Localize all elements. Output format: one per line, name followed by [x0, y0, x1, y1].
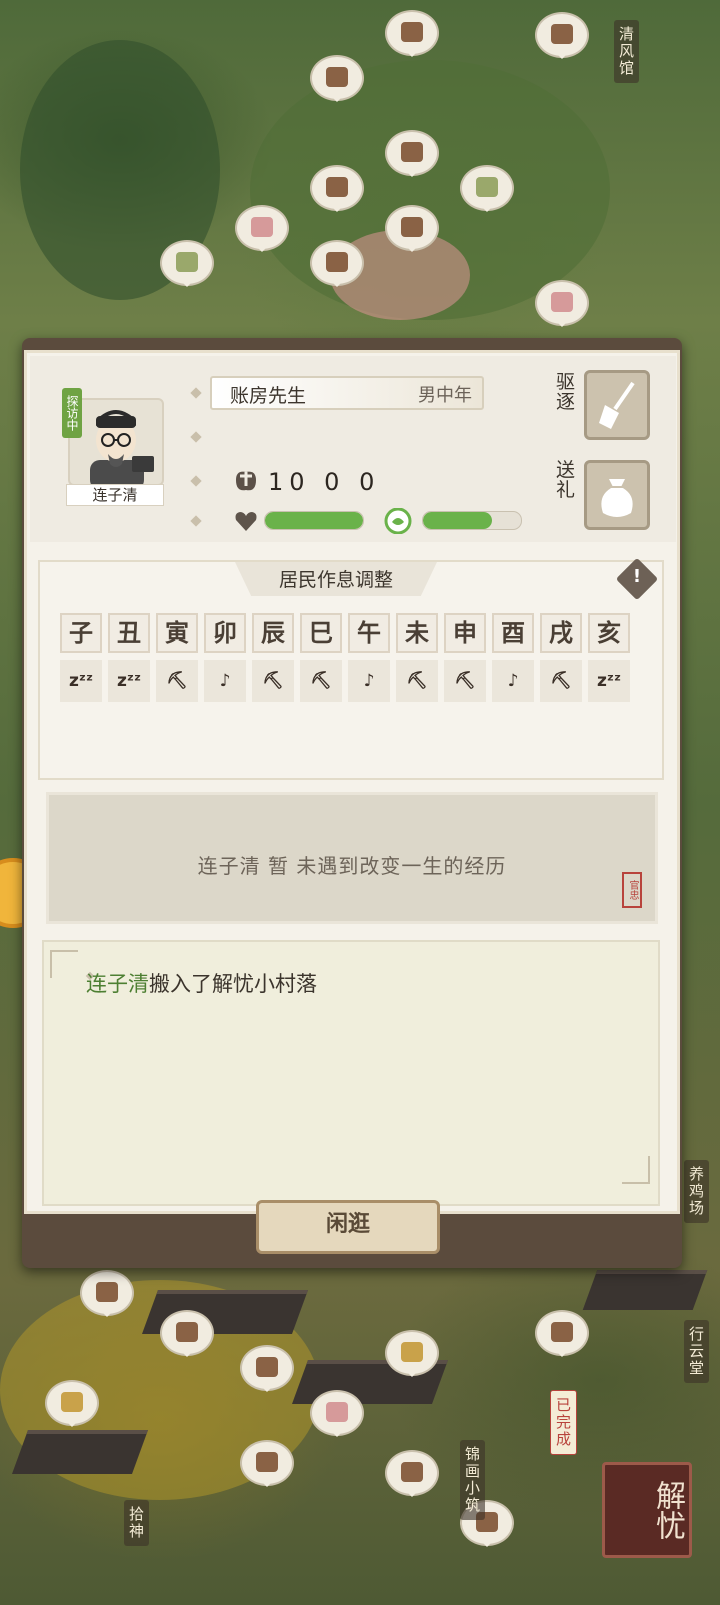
resource-bubble[interactable]	[385, 130, 439, 177]
hour-cell: 亥	[588, 613, 630, 653]
schedule-title: 居民作息调整	[278, 569, 393, 591]
hour-cell: 午	[348, 613, 390, 653]
resource-bubble[interactable]	[385, 205, 439, 252]
money-icon	[236, 471, 256, 491]
hour-cell: 巳	[300, 613, 342, 653]
activity-row: zᶻᶻ zᶻᶻ ⛏ ♪ ⛏ ⛏ ♪ ⛏ ⛏ ♪ ⛏ zᶻᶻ	[60, 660, 640, 702]
work-activity-icon[interactable]: ⛏	[396, 660, 438, 702]
gift-label: 送礼	[556, 459, 576, 501]
resource-bubble[interactable]	[240, 1440, 294, 1487]
log-resident-name[interactable]: 连子清	[86, 972, 149, 996]
house-roof	[582, 1270, 708, 1310]
event-log-line: 连子清搬入了解忧小村落	[86, 968, 317, 998]
building-label[interactable]: 锦画小筑	[460, 1440, 485, 1520]
hour-cell: 子	[60, 613, 102, 653]
hour-cell: 寅	[156, 613, 198, 653]
building-label[interactable]: 清风馆	[614, 20, 639, 83]
resource-bubble[interactable]	[535, 12, 589, 59]
resource-bubble[interactable]	[385, 1330, 439, 1377]
work-activity-icon[interactable]: ⛏	[300, 660, 342, 702]
occupation: 账房先生	[230, 385, 307, 407]
broom-icon	[599, 381, 635, 429]
hour-cell: 未	[396, 613, 438, 653]
resident-name: 连子清	[66, 484, 164, 506]
sleep-activity-icon[interactable]: zᶻᶻ	[108, 660, 150, 702]
resource-bubble[interactable]	[385, 10, 439, 57]
building-label[interactable]: 行云堂	[684, 1320, 709, 1383]
stroll-button[interactable]: 闲逛	[256, 1200, 440, 1254]
resource-bubble[interactable]	[80, 1270, 134, 1317]
heart-icon	[235, 512, 257, 531]
gift-bag-icon	[601, 479, 633, 517]
resource-bubble[interactable]	[310, 240, 364, 287]
resource-bubble[interactable]	[310, 165, 364, 212]
resource-bubble[interactable]	[235, 205, 289, 252]
resource-bubble[interactable]	[385, 1450, 439, 1497]
work-activity-icon[interactable]: ⛏	[444, 660, 486, 702]
resource-bubble[interactable]	[460, 165, 514, 212]
building-label[interactable]: 养鸡场	[684, 1160, 709, 1223]
gift-button[interactable]	[584, 460, 650, 530]
sleep-activity-icon[interactable]: zᶻᶻ	[60, 660, 102, 702]
seal-stamp: 官忠	[622, 872, 642, 908]
town-badge[interactable]: 解忧	[602, 1462, 692, 1558]
money-amount: 10 0 0	[268, 468, 381, 496]
expel-button[interactable]	[584, 370, 650, 440]
work-activity-icon[interactable]: ⛏	[540, 660, 582, 702]
scholar-portrait-icon	[90, 410, 154, 484]
mood-icon	[384, 508, 412, 534]
gender-age: 男中年	[418, 385, 472, 406]
resource-bubble[interactable]	[535, 280, 589, 327]
work-activity-icon[interactable]: ⛏	[252, 660, 294, 702]
hour-cell: 丑	[108, 613, 150, 653]
resource-bubble[interactable]	[310, 55, 364, 102]
log-text: 搬入了解忧小村落	[149, 972, 317, 996]
resource-bubble[interactable]	[160, 1310, 214, 1357]
corner-ornament	[622, 1156, 650, 1184]
sleep-activity-icon[interactable]: zᶻᶻ	[588, 660, 630, 702]
house-roof	[11, 1430, 149, 1474]
building-label[interactable]: 拾神	[124, 1500, 149, 1546]
resource-bubble[interactable]	[535, 1310, 589, 1357]
resource-bubble[interactable]	[310, 1390, 364, 1437]
expel-label: 驱逐	[556, 371, 576, 413]
health-bar	[264, 511, 364, 530]
work-activity-icon[interactable]: ⛏	[156, 660, 198, 702]
hour-cell: 戌	[540, 613, 582, 653]
hour-row: 子丑寅卯辰巳午未申酉戌亥	[60, 613, 640, 653]
leisure-activity-icon[interactable]: ♪	[348, 660, 390, 702]
corner-ornament	[50, 950, 78, 978]
resource-bubble[interactable]	[240, 1345, 294, 1392]
warning-glyph: !	[632, 566, 642, 587]
hour-cell: 卯	[204, 613, 246, 653]
leisure-activity-icon[interactable]: ♪	[204, 660, 246, 702]
occupation-bar: 账房先生 男中年	[210, 376, 484, 410]
completed-label: 已完成	[550, 1390, 577, 1455]
hour-cell: 辰	[252, 613, 294, 653]
resource-bubble[interactable]	[160, 240, 214, 287]
mood-bar	[422, 511, 522, 530]
leisure-activity-icon[interactable]: ♪	[492, 660, 534, 702]
resident-avatar[interactable]	[68, 398, 164, 486]
hour-cell: 申	[444, 613, 486, 653]
life-story-text: 连子清 暂 未遇到改变一生的经历	[197, 854, 507, 878]
resource-bubble[interactable]	[45, 1380, 99, 1427]
hour-cell: 酉	[492, 613, 534, 653]
visiting-badge: 探访中	[62, 388, 82, 438]
